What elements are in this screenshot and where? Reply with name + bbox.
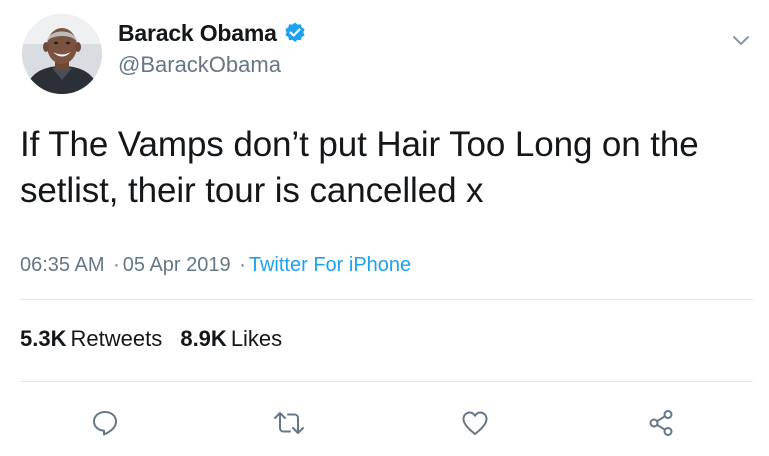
divider: [20, 299, 753, 300]
tweet-meta: 06:35 AM · 05 Apr 2019 · Twitter For iPhon…: [20, 254, 411, 277]
like-button[interactable]: [458, 406, 492, 440]
profile-photo-icon: [22, 14, 102, 94]
likes-stat[interactable]: 8.9K Likes: [180, 326, 282, 352]
reply-button[interactable]: [88, 406, 122, 440]
verified-badge-icon: [283, 21, 307, 45]
separator: ·: [113, 254, 120, 276]
tweet-source-link[interactable]: Twitter For iPhone: [249, 254, 411, 276]
avatar[interactable]: [22, 14, 102, 94]
tweet-header: Barack Obama @BarackObama: [22, 14, 751, 98]
tweet-time[interactable]: 06:35 AM: [20, 254, 105, 276]
tweet-date[interactable]: 05 Apr 2019: [123, 254, 231, 276]
likes-count: 8.9K: [180, 326, 227, 351]
tweet-card: Barack Obama @BarackObama If The Vamps d…: [0, 0, 769, 456]
retweet-button[interactable]: [272, 406, 306, 440]
chevron-down-icon[interactable]: [731, 30, 751, 50]
share-nodes-icon: [649, 410, 673, 436]
tweet-stats: 5.3K Retweets 8.9K Likes: [20, 326, 294, 352]
tweet-text: If The Vamps don’t put Hair Too Long on …: [20, 125, 699, 210]
divider: [20, 381, 753, 382]
user-handle[interactable]: @BarackObama: [118, 52, 307, 78]
separator: ·: [239, 254, 246, 276]
tweet-actions: [0, 406, 769, 442]
display-name-row: Barack Obama: [118, 18, 307, 48]
retweets-label: Retweets: [70, 326, 163, 351]
likes-label: Likes: [230, 326, 283, 351]
retweet-arrows-icon: [274, 412, 304, 434]
retweets-stat[interactable]: 5.3K Retweets: [20, 326, 162, 352]
speech-bubble-icon: [93, 411, 117, 436]
display-name[interactable]: Barack Obama: [118, 20, 277, 47]
retweets-count: 5.3K: [20, 326, 67, 351]
share-button[interactable]: [644, 406, 678, 440]
author-names: Barack Obama @BarackObama: [118, 18, 307, 78]
heart-icon: [462, 411, 488, 435]
